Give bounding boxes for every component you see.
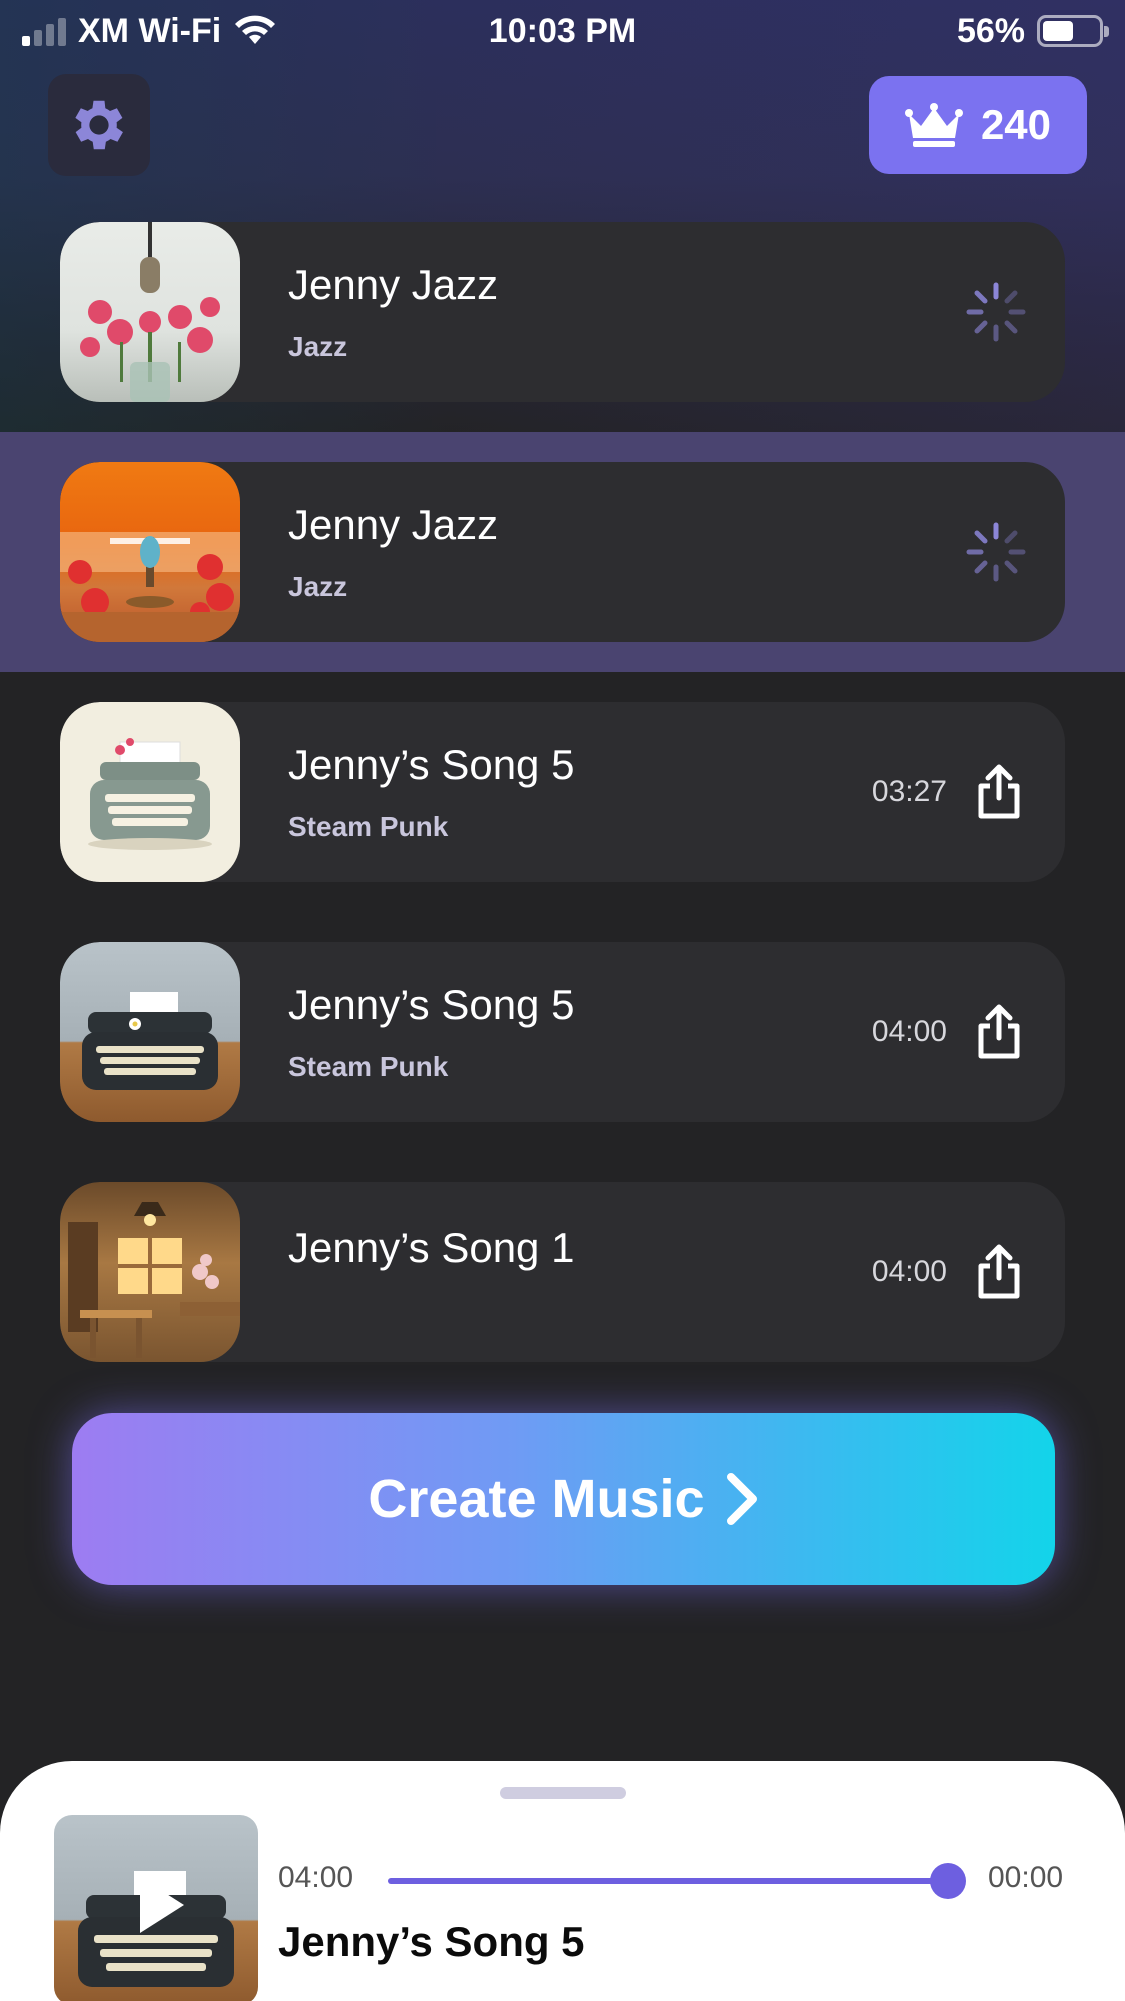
settings-button[interactable] [48, 74, 150, 176]
gear-icon [75, 100, 123, 150]
share-icon[interactable] [975, 764, 1023, 820]
song-artwork [60, 942, 240, 1122]
song-card[interactable]: Jenny’s Song 5 Steam Punk 03:27 [60, 702, 1065, 882]
song-genre: Jazz [288, 571, 348, 602]
song-title: Jenny’s Song 5 [288, 741, 575, 788]
status-left: XM Wi-Fi [22, 12, 277, 51]
credits-button[interactable]: 240 [869, 76, 1087, 174]
song-info: Jenny Jazz Jazz [288, 501, 965, 603]
song-artwork [60, 462, 240, 642]
play-icon[interactable] [132, 1873, 188, 1937]
player-song-title: Jenny’s Song 5 [278, 1918, 585, 1965]
create-music-button[interactable]: Create Music [72, 1413, 1055, 1585]
song-artwork [60, 1182, 240, 1362]
battery-percent: 56% [956, 11, 1025, 50]
song-card[interactable]: Jenny Jazz Jazz [60, 222, 1065, 402]
loading-spinner-icon [966, 522, 1026, 582]
create-music-label: Create Music [368, 1469, 705, 1529]
song-info: Jenny’s Song 5 Steam Punk [288, 741, 872, 843]
song-duration: 04:00 [871, 1015, 947, 1048]
share-icon[interactable] [975, 1004, 1023, 1060]
song-title: Jenny Jazz [288, 501, 499, 548]
song-genre: Jazz [288, 331, 348, 362]
song-title: Jenny’s Song 5 [288, 981, 575, 1028]
song-info: Jenny Jazz Jazz [288, 261, 965, 363]
song-duration: 03:27 [871, 775, 947, 808]
carrier-label: XM Wi-Fi [78, 11, 222, 50]
credits-count: 240 [980, 101, 1052, 148]
song-artwork [60, 222, 240, 402]
song-info: Jenny’s Song 1 [288, 1182, 872, 1272]
status-bar: XM Wi-Fi 10:03 PM 56% [0, 0, 1125, 62]
elapsed-time: 04:00 [278, 1861, 354, 1894]
mini-player[interactable]: 04:00 00:00 Jenny’s Song 5 [0, 1761, 1125, 2001]
drag-handle[interactable] [500, 1787, 626, 1799]
status-right: 56% [956, 11, 1109, 51]
song-title: Jenny Jazz [288, 261, 499, 308]
song-genre: Steam Punk [288, 811, 449, 842]
battery-icon [1037, 15, 1109, 47]
chevron-right-icon [726, 1473, 757, 1525]
share-icon[interactable] [975, 1244, 1023, 1300]
song-duration: 04:00 [871, 1255, 947, 1288]
song-artwork [60, 702, 240, 882]
cellular-signal-icon [22, 16, 66, 46]
song-info: Jenny’s Song 5 Steam Punk [288, 981, 872, 1083]
song-genre: Steam Punk [288, 1051, 449, 1082]
crown-icon [904, 103, 963, 147]
player-artwork[interactable] [54, 1815, 258, 2001]
song-card[interactable]: Jenny’s Song 5 Steam Punk 04:00 [60, 942, 1065, 1122]
song-card[interactable]: Jenny’s Song 1 04:00 [60, 1182, 1065, 1362]
progress-knob[interactable] [930, 1863, 966, 1899]
song-title: Jenny’s Song 1 [288, 1224, 575, 1271]
wifi-icon [235, 15, 276, 44]
song-card[interactable]: Jenny Jazz Jazz [60, 462, 1065, 642]
remaining-time: 00:00 [988, 1861, 1064, 1894]
loading-spinner-icon [966, 282, 1026, 342]
progress-track[interactable] [388, 1878, 948, 1884]
